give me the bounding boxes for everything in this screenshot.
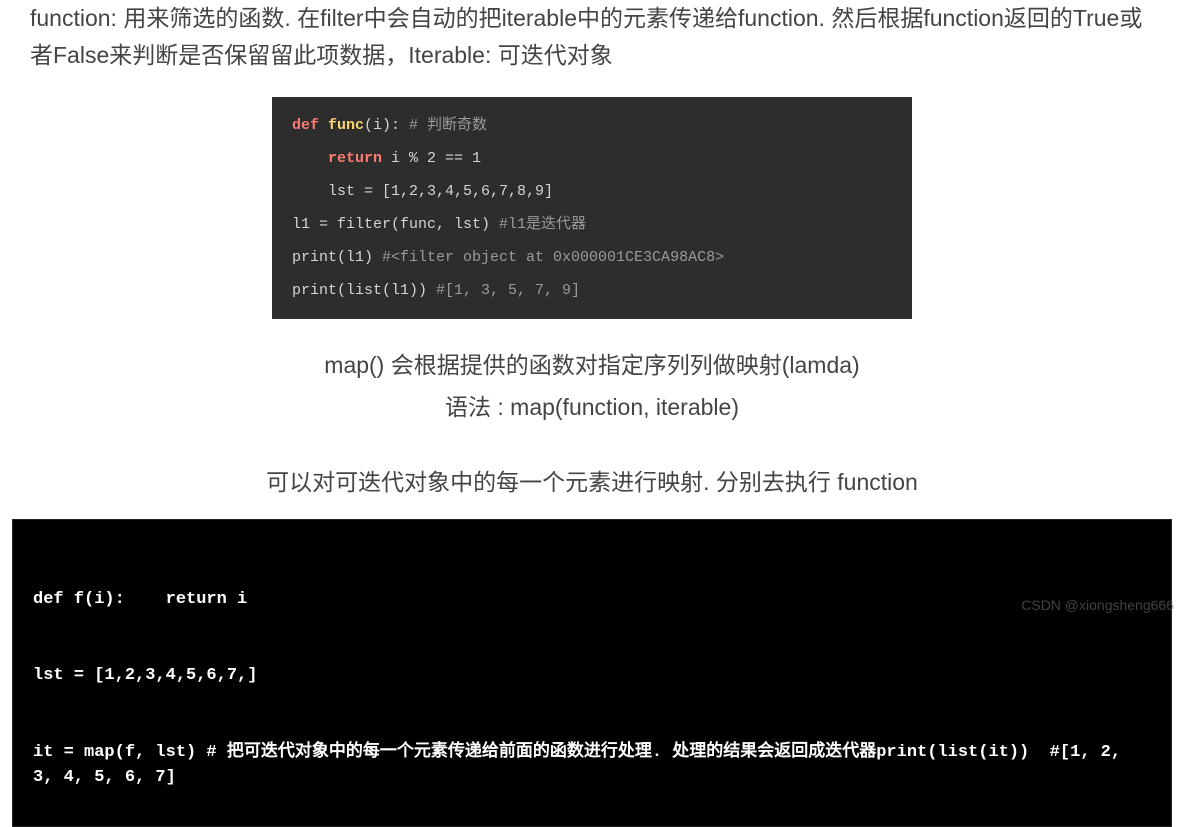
keyword-return: return (328, 150, 391, 167)
code-line-1: def func(i): # 判断奇数 (292, 109, 892, 142)
map-description-line-1: map() 会根据提供的函数对指定序列列做映射(lamda) (0, 347, 1184, 384)
code-line-1: def f(i): return i (33, 587, 1151, 613)
code: l1 = filter(func, lst) (292, 216, 499, 233)
comment: #<filter object at 0x000001CE3CA98AC8> (382, 249, 724, 266)
map-code-block: def f(i): return i lst = [1,2,3,4,5,6,7,… (12, 519, 1172, 827)
code: print(l1) (292, 249, 382, 266)
code-line-4: l1 = filter(func, lst) #l1是迭代器 (292, 208, 892, 241)
code-line-2: return i % 2 == 1 (292, 142, 892, 175)
comment: #[1, 3, 5, 7, 9] (436, 282, 580, 299)
code-line-3: it = map(f, lst) # 把可迭代对象中的每一个元素传递给前面的函数… (33, 740, 1151, 791)
comment: # 判断奇数 (409, 117, 487, 134)
code-line-6: print(list(l1)) #[1, 3, 5, 7, 9] (292, 274, 892, 307)
expr: i % 2 == 1 (391, 150, 481, 167)
code-line-3: lst = [1,2,3,4,5,6,7,8,9] (292, 175, 892, 208)
function-name: func (328, 117, 364, 134)
map-description-line-2: 语法 : map(function, iterable) (0, 389, 1184, 426)
code-line-2: lst = [1,2,3,4,5,6,7,] (33, 663, 1151, 689)
filter-code-block: def func(i): # 判断奇数 return i % 2 == 1 ls… (272, 97, 912, 319)
comment: #l1是迭代器 (499, 216, 586, 233)
args: (i): (364, 117, 409, 134)
keyword-def: def (292, 117, 328, 134)
intro-paragraph: function: 用来筛选的函数. 在filter中会自动的把iterable… (0, 0, 1184, 74)
map-description-line-3: 可以对可迭代对象中的每一个元素进行映射. 分别去执行 function (0, 464, 1184, 501)
code: print(list(l1)) (292, 282, 436, 299)
code-line-5: print(l1) #<filter object at 0x000001CE3… (292, 241, 892, 274)
